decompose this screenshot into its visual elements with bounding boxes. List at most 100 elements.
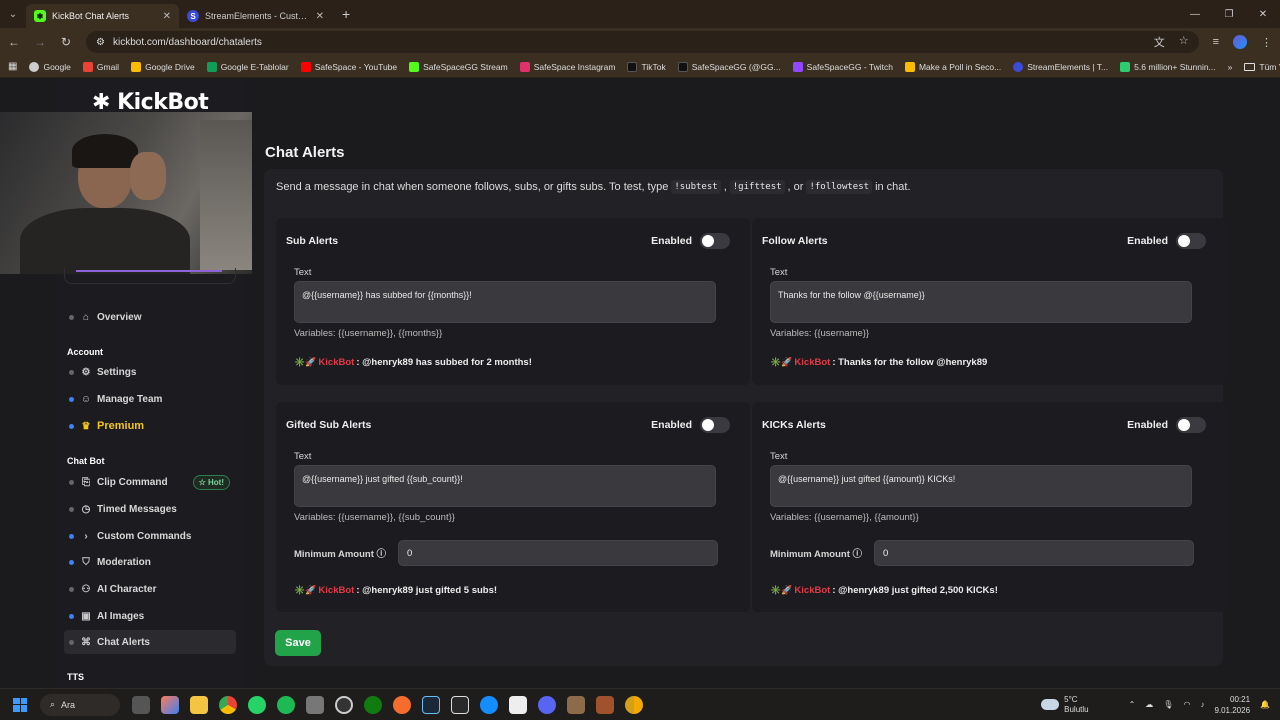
bookmark-star-icon[interactable]: ☆ bbox=[1179, 34, 1189, 50]
capcut-icon[interactable] bbox=[509, 695, 527, 714]
bookmark-pexels[interactable]: 5.6 million+ Stunnin... bbox=[1120, 61, 1216, 72]
bookmark-drive[interactable]: Google Drive bbox=[131, 61, 195, 72]
game-icon[interactable] bbox=[567, 695, 585, 714]
alert-text-input[interactable]: @{{username}} has subbed for {{months}}! bbox=[294, 281, 716, 323]
game-icon[interactable] bbox=[596, 695, 614, 714]
origin-icon[interactable] bbox=[393, 695, 411, 714]
bookmark-streamelements[interactable]: StreamElements | T... bbox=[1013, 61, 1108, 72]
alert-text-input[interactable]: @{{username}} just gifted {{sub_count}}! bbox=[294, 465, 716, 507]
sidebar-item-timed-messages[interactable]: ◷ Timed Messages bbox=[64, 497, 236, 521]
minimum-amount-input[interactable]: 0 bbox=[398, 540, 718, 566]
sidebar-item-settings[interactable]: ⚙ Settings bbox=[64, 360, 236, 384]
bookmark-google[interactable]: Google bbox=[29, 61, 71, 72]
bookmark-x[interactable]: SafeSpaceGG (@GG... bbox=[677, 61, 781, 72]
task-view-icon[interactable] bbox=[132, 695, 150, 714]
minimum-amount-input[interactable]: 0 bbox=[874, 540, 1194, 566]
bookmark-tiktok[interactable]: TikTok bbox=[627, 61, 666, 72]
close-icon[interactable]: ✕ bbox=[316, 11, 324, 22]
bot-name: KickBot bbox=[794, 357, 831, 368]
sidebar-item-overview[interactable]: ⌂ Overview bbox=[64, 305, 236, 329]
notifications-icon[interactable]: 🔔 bbox=[1260, 700, 1270, 709]
sidebar-item-moderation[interactable]: ⛉ Moderation bbox=[64, 550, 236, 574]
bookmarks-more-icon[interactable]: » bbox=[1228, 62, 1233, 72]
enabled-toggle[interactable] bbox=[700, 417, 730, 433]
file-explorer-icon[interactable] bbox=[190, 695, 208, 714]
back-icon[interactable]: ← bbox=[8, 35, 20, 49]
taskbar-search[interactable]: ⌕ Ara bbox=[40, 693, 120, 716]
battlenet-icon[interactable] bbox=[480, 695, 498, 714]
reload-icon[interactable]: ↻ bbox=[60, 35, 72, 49]
address-toolbar: ← → ↻ ⚙ kickbot.com/dashboard/chatalerts… bbox=[0, 28, 1280, 56]
onedrive-icon[interactable]: ☁ bbox=[1145, 700, 1153, 709]
obs-icon[interactable] bbox=[335, 695, 353, 714]
sidebar-item-label: Chat Alerts bbox=[97, 636, 150, 648]
sidebar-item-manage-team[interactable]: ☺ Manage Team bbox=[64, 387, 236, 411]
sidebar-item-custom-commands[interactable]: › Custom Commands bbox=[64, 524, 236, 548]
bookmark-icon bbox=[627, 61, 638, 72]
alert-text-input[interactable]: Thanks for the follow @{{username}} bbox=[770, 281, 1192, 323]
profile-avatar[interactable] bbox=[1233, 35, 1247, 49]
wifi-icon[interactable]: ◠ bbox=[1183, 700, 1190, 709]
enabled-label: Enabled bbox=[1127, 235, 1168, 247]
translate-icon[interactable]: 文 bbox=[1154, 34, 1165, 50]
close-icon[interactable]: ✕ bbox=[163, 11, 171, 22]
apps-grid-icon[interactable]: ▦ bbox=[8, 61, 17, 72]
chevron-up-icon[interactable]: ⌃ bbox=[1129, 700, 1136, 709]
chrome-canary-icon[interactable] bbox=[625, 695, 643, 714]
minimum-amount-label: Minimum Amount ⓘ bbox=[770, 549, 862, 560]
sidebar-item-clip-command[interactable]: ⎘ Clip Command ☆ Hot! bbox=[64, 470, 236, 494]
new-tab-icon[interactable]: + bbox=[342, 6, 350, 22]
bookmark-label: SafeSpaceGG Stream bbox=[423, 61, 508, 72]
sidebar-channel-box[interactable] bbox=[64, 268, 236, 284]
alert-text-input[interactable]: @{{username}} just gifted {{amount}} KIC… bbox=[770, 465, 1192, 507]
tab-search-icon[interactable]: ⌄ bbox=[0, 0, 26, 28]
steam-icon[interactable] bbox=[422, 695, 440, 714]
nav-dot bbox=[69, 639, 74, 645]
epic-games-icon[interactable] bbox=[451, 695, 469, 714]
microphone-icon[interactable]: 🎙 bbox=[1163, 700, 1173, 709]
forward-icon[interactable]: → bbox=[34, 35, 46, 49]
tab-kickbot[interactable]: ✱ KickBot Chat Alerts ✕ bbox=[26, 4, 179, 28]
sidebar-item-ai-images[interactable]: ▣ AI Images bbox=[64, 604, 236, 628]
sidebar-item-premium[interactable]: ♛ Premium bbox=[64, 414, 236, 438]
gifted-sub-alerts-card: Gifted Sub Alerts Enabled Text @{{userna… bbox=[276, 402, 750, 612]
volume-icon[interactable]: ♪ bbox=[1200, 700, 1204, 709]
bookmark-poll[interactable]: Make a Poll in Seco... bbox=[904, 61, 1001, 72]
sidebar-section-tts: TTS bbox=[67, 672, 84, 682]
xbox-icon[interactable] bbox=[364, 695, 382, 714]
chrome-icon[interactable] bbox=[219, 695, 237, 714]
spotify-icon[interactable] bbox=[277, 695, 295, 714]
sidebar-item-chat-alerts[interactable]: ⌘ Chat Alerts bbox=[64, 630, 236, 654]
bookmark-sheets[interactable]: Google E-Tablolar bbox=[206, 61, 289, 72]
tab-streamelements[interactable]: S StreamElements - Custom comm ✕ bbox=[179, 4, 332, 28]
bookmark-youtube[interactable]: SafeSpace - YouTube bbox=[300, 61, 397, 72]
bookmark-kick-stream[interactable]: SafeSpaceGG Stream bbox=[409, 61, 508, 72]
clock[interactable]: 00:21 9.01.2026 bbox=[1214, 694, 1250, 716]
nav-dot bbox=[69, 423, 74, 429]
bookmark-instagram[interactable]: SafeSpace Instagram bbox=[519, 61, 615, 72]
save-button[interactable]: Save bbox=[275, 630, 321, 656]
enabled-toggle[interactable] bbox=[700, 233, 730, 249]
copilot-icon[interactable] bbox=[161, 695, 179, 714]
minimize-icon[interactable]: — bbox=[1178, 9, 1212, 20]
weather-widget[interactable]: 5°C Bulutlu bbox=[1041, 695, 1089, 715]
bookmark-twitch[interactable]: SafeSpaceGG - Twitch bbox=[792, 61, 893, 72]
start-button[interactable] bbox=[0, 697, 40, 712]
bookmark-gmail[interactable]: Gmail bbox=[82, 61, 119, 72]
site-info-icon[interactable]: ⚙ bbox=[96, 37, 105, 48]
shield-icon: ⛉ bbox=[82, 556, 90, 568]
menu-icon[interactable]: ⋮ bbox=[1261, 36, 1272, 49]
discord-icon[interactable] bbox=[538, 695, 556, 714]
enabled-toggle[interactable] bbox=[1176, 233, 1206, 249]
text-label: Text bbox=[294, 267, 312, 278]
enabled-toggle[interactable] bbox=[1176, 417, 1206, 433]
url-bar[interactable]: ⚙ kickbot.com/dashboard/chatalerts 文 ☆ bbox=[86, 31, 1199, 53]
close-window-icon[interactable]: ✕ bbox=[1246, 9, 1280, 20]
all-bookmarks-folder[interactable]: Tüm Yer İşaretleri bbox=[1244, 62, 1280, 72]
sidebar-item-ai-character[interactable]: ⚇ AI Character bbox=[64, 577, 236, 601]
app-icon[interactable] bbox=[306, 695, 324, 714]
whatsapp-icon[interactable] bbox=[248, 695, 266, 714]
maximize-icon[interactable]: ❐ bbox=[1212, 9, 1246, 20]
media-icon[interactable]: ≡ bbox=[1213, 36, 1219, 48]
nav-dot bbox=[69, 396, 74, 402]
